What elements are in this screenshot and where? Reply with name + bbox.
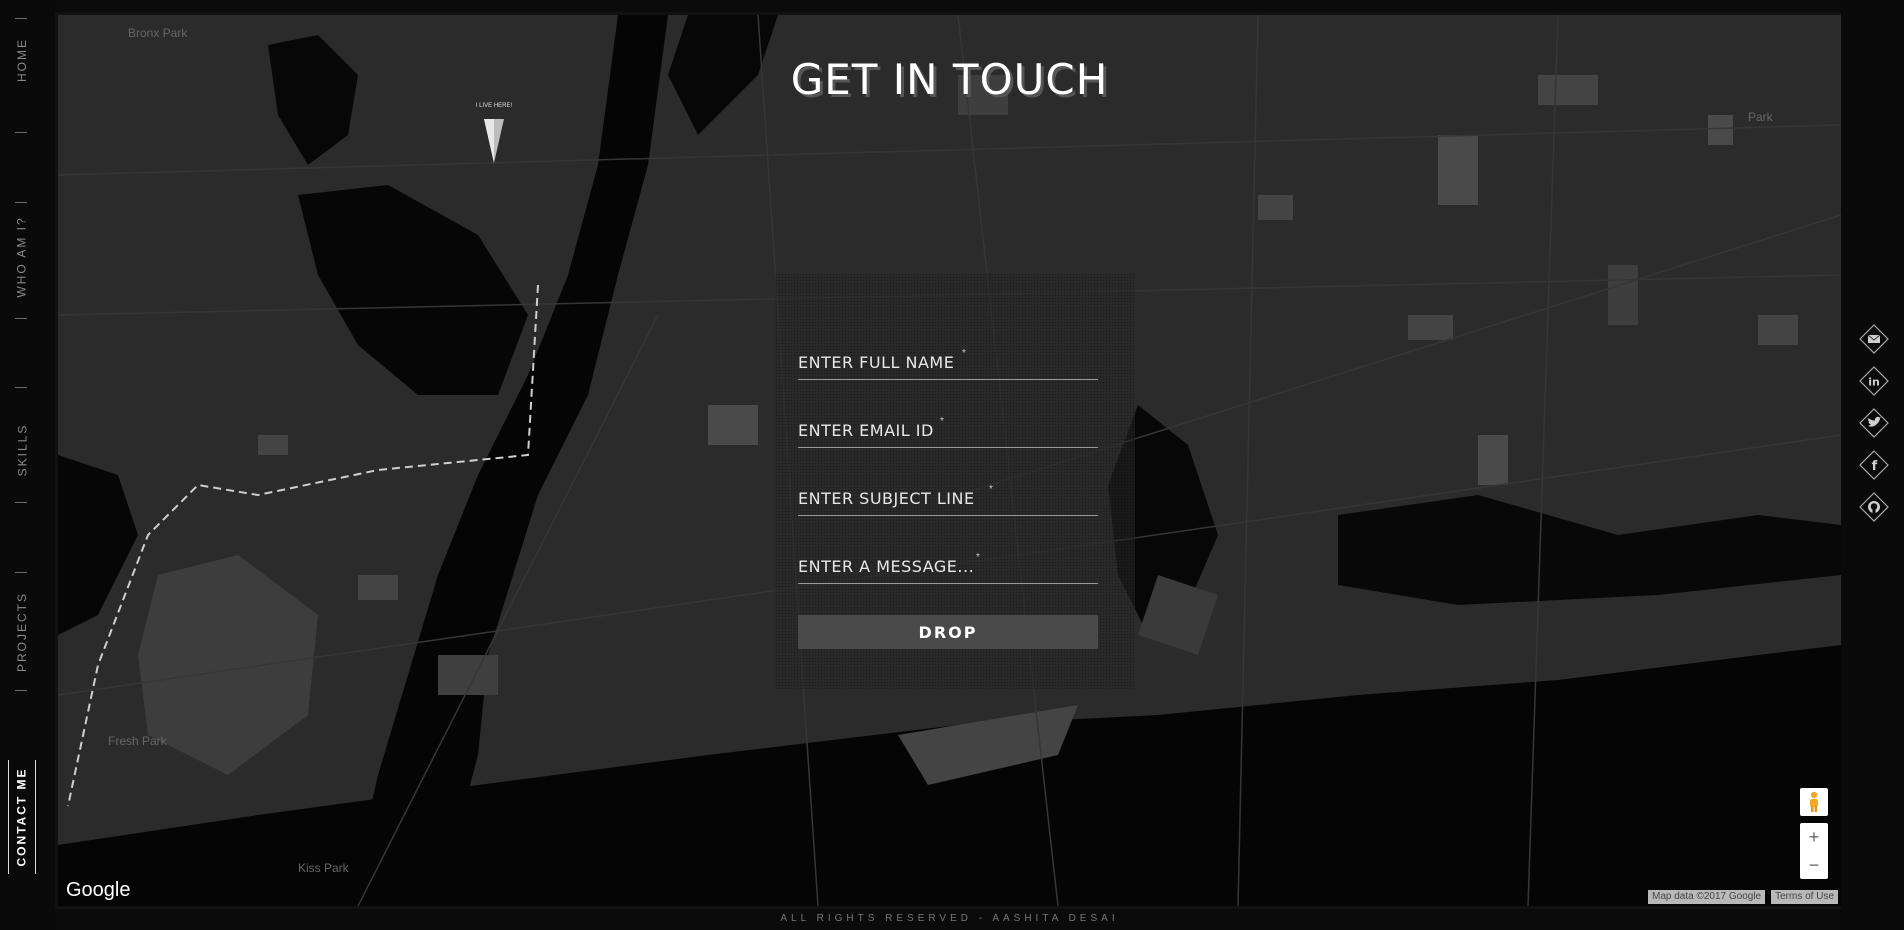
terms-of-use-link[interactable]: Terms of Use — [1771, 890, 1839, 904]
email-link[interactable] — [1859, 324, 1889, 354]
full-name-field: * — [798, 346, 1098, 380]
map-marker-icon — [484, 119, 504, 163]
envelope-icon — [1859, 324, 1889, 354]
nav-item-skills[interactable]: SKILLS — [0, 410, 44, 490]
required-mark: * — [989, 484, 993, 495]
nav-item-label: WHO AM I? — [15, 216, 29, 298]
street-view-button[interactable] — [1800, 788, 1828, 816]
nav-separator — [15, 18, 27, 19]
map-place-label: Kiss Park — [298, 861, 350, 875]
map-place-label: Park — [1748, 110, 1774, 124]
facebook-icon: f — [1859, 450, 1889, 480]
map-data-credit: Map data ©2017 Google — [1648, 890, 1766, 904]
required-mark: * — [976, 552, 980, 563]
email-input[interactable] — [798, 414, 1098, 447]
drop-submit-button[interactable]: DROP — [798, 615, 1098, 649]
message-field: * — [798, 550, 1098, 584]
facebook-link[interactable]: f — [1859, 450, 1889, 480]
nav-separator — [15, 387, 27, 388]
required-mark: * — [962, 348, 966, 359]
nav-item-label: CONTACT ME — [15, 767, 30, 867]
github-icon — [1859, 492, 1889, 522]
nav-separator — [15, 572, 27, 573]
svg-text:in: in — [1868, 376, 1880, 389]
nav-separator — [15, 502, 27, 503]
subject-input[interactable] — [798, 482, 1098, 515]
svg-text:f: f — [1872, 459, 1878, 474]
pin-label: I LIVE HERE! — [475, 103, 513, 109]
required-mark: * — [940, 416, 944, 427]
location-pin[interactable]: I LIVE HERE! — [471, 103, 517, 173]
zoom-out-button[interactable]: − — [1800, 851, 1828, 879]
map-place-label: Bronx Park — [128, 26, 188, 40]
full-name-input[interactable] — [798, 346, 1098, 379]
nav-item-contact-me[interactable]: CONTACT ME — [8, 760, 36, 874]
page-title: GET IN TOUCH — [790, 55, 1109, 104]
zoom-in-button[interactable]: + — [1800, 823, 1828, 851]
github-link[interactable] — [1859, 492, 1889, 522]
zoom-control: + − — [1800, 823, 1828, 879]
message-input[interactable] — [798, 550, 1098, 583]
linkedin-link[interactable]: in — [1859, 366, 1889, 396]
map-canvas[interactable]: Bronx Park Fresh Park Kiss Park Park GET… — [58, 15, 1841, 906]
nav-item-projects[interactable]: PROJECTS — [0, 584, 44, 680]
google-logo[interactable]: Google — [66, 879, 131, 902]
nav-item-label: HOME — [15, 38, 29, 82]
left-navigation: HOME WHO AM I? SKILLS PROJECTS CONTACT M… — [0, 0, 55, 930]
map-attribution: Map data ©2017 Google Terms of Use — [1648, 890, 1839, 904]
nav-item-label: SKILLS — [15, 423, 30, 477]
twitter-icon — [1859, 408, 1889, 438]
social-links: in f — [1841, 0, 1904, 930]
nav-item-home[interactable]: HOME — [0, 30, 44, 90]
contact-form: * * * * DROP — [775, 273, 1135, 689]
twitter-link[interactable] — [1859, 408, 1889, 438]
map-place-label: Fresh Park — [108, 734, 168, 748]
nav-item-label: PROJECTS — [15, 591, 30, 673]
nav-separator — [15, 202, 27, 203]
email-field: * — [798, 414, 1098, 448]
nav-separator — [15, 690, 27, 691]
nav-item-who-am-i[interactable]: WHO AM I? — [0, 212, 44, 302]
pegman-icon — [1810, 791, 1818, 812]
nav-separator — [15, 132, 27, 133]
linkedin-icon: in — [1859, 366, 1889, 396]
footer-copyright: ALL RIGHTS RESERVED - AASHITA DESAI — [780, 913, 1119, 924]
subject-field: * — [798, 482, 1098, 516]
nav-separator — [15, 318, 27, 319]
